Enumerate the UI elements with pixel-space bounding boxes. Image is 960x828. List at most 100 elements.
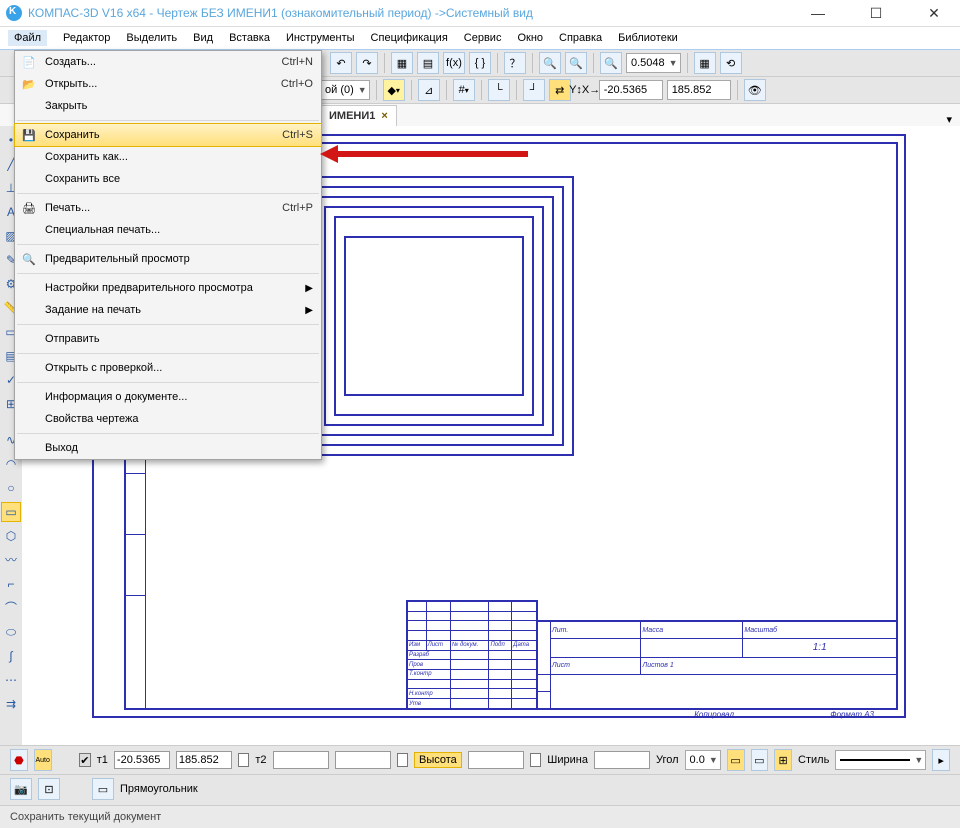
width-input[interactable] [594, 751, 650, 769]
menu-item[interactable]: Сохранить как... [15, 146, 321, 168]
height-check[interactable] [397, 753, 408, 767]
zoom-fit-icon[interactable]: 🔍 [600, 52, 622, 74]
tool-circle-icon[interactable]: ○ [1, 478, 21, 498]
redo-icon[interactable]: ↷ [356, 52, 378, 74]
doc-tab[interactable]: ИМЕНИ1 × [320, 105, 397, 126]
tool-aux-icon[interactable]: ⋯ [1, 670, 21, 690]
menu-item[interactable]: 💾СохранитьCtrl+S [14, 123, 322, 147]
t2-check[interactable] [238, 753, 249, 767]
tab-menu-icon[interactable]: ▾ [946, 113, 952, 126]
menu-file[interactable]: Файл [8, 30, 47, 46]
layers-icon[interactable]: ▦ [694, 52, 716, 74]
copy-label: Копировал [694, 710, 734, 719]
tool-offset-icon[interactable]: ⇉ [1, 694, 21, 714]
menu-item-label: Открыть... [45, 78, 97, 90]
menu-item-icon: 🖨 [20, 199, 38, 217]
height-input[interactable] [468, 751, 524, 769]
menu-editor[interactable]: Редактор [63, 32, 110, 44]
tool-fillet-icon[interactable]: ⌒ [1, 598, 21, 618]
camera-icon[interactable]: 📷 [10, 778, 32, 800]
menu-view[interactable]: Вид [193, 32, 213, 44]
menu-item[interactable]: Закрыть [15, 95, 321, 117]
menu-window[interactable]: Окно [517, 32, 543, 44]
grid2-icon[interactable]: #▾ [453, 79, 475, 101]
menu-insert[interactable]: Вставка [229, 32, 270, 44]
auto-icon[interactable]: Auto [34, 749, 52, 771]
menu-item[interactable]: Отправить [15, 328, 321, 350]
menu-item[interactable]: Информация о документе... [15, 386, 321, 408]
axis2-icon[interactable]: ▭ [751, 749, 769, 771]
menu-item[interactable]: Выход [15, 437, 321, 459]
undo-icon[interactable]: ↶ [330, 52, 352, 74]
t2-y-input[interactable] [335, 751, 391, 769]
menu-item[interactable]: Настройки предварительного просмотра▶ [15, 277, 321, 299]
menu-item[interactable]: 📂Открыть...Ctrl+O [15, 73, 321, 95]
menu-item[interactable]: Свойства чертежа [15, 408, 321, 430]
t1-y-input[interactable] [176, 751, 232, 769]
menu-libs[interactable]: Библиотеки [618, 32, 678, 44]
maximize-button[interactable]: ☐ [856, 5, 896, 22]
height-label: Высота [414, 752, 462, 768]
var-icon[interactable]: { } [469, 52, 491, 74]
eye-icon[interactable]: 👁 [744, 79, 766, 101]
title-block: Лит.МассаМасштаб 1:1 ЛистЛистов 1 [536, 620, 898, 710]
t1-x-input[interactable] [114, 751, 170, 769]
menu-item-label: Открыть с проверкой... [45, 362, 162, 374]
coord-y[interactable]: 185.852 [667, 80, 731, 100]
zoom-in-icon[interactable]: 🔍 [539, 52, 561, 74]
axis3-icon[interactable]: ⊞ [774, 749, 792, 771]
axis1-icon[interactable]: ▭ [727, 749, 745, 771]
menu-item-label: Специальная печать... [45, 224, 160, 236]
menu-item[interactable]: 🖨Печать...Ctrl+P [15, 197, 321, 219]
menu-item[interactable]: Сохранить все [15, 168, 321, 190]
tool-spline-icon[interactable]: 〰 [1, 550, 21, 570]
sheet-icon[interactable]: ▤ [417, 52, 439, 74]
stop-icon[interactable]: ⬣ [10, 749, 28, 771]
menu-item-icon: 🔍 [20, 250, 38, 268]
coord-mode-icon[interactable]: ⇄ [549, 79, 571, 101]
menu-select[interactable]: Выделить [126, 32, 177, 44]
color-picker-icon[interactable]: ◆▾ [383, 79, 405, 101]
ortho-icon[interactable]: └ [488, 79, 510, 101]
style-combo[interactable]: ▼ [835, 750, 926, 770]
menu-item[interactable]: 🔍Предварительный просмотр [15, 248, 321, 270]
dim-icon[interactable]: ⊿ [418, 79, 440, 101]
tool-rectangle-icon[interactable]: ▭ [1, 502, 21, 522]
snap-icon[interactable]: ┘ [523, 79, 545, 101]
props-icon[interactable]: ⊡ [38, 778, 60, 800]
fx-icon[interactable]: f(x) [443, 52, 465, 74]
menu-item-label: Информация о документе... [45, 391, 187, 403]
menu-item[interactable]: 📄Создать...Ctrl+N [15, 51, 321, 73]
window-title: КОМПАС-3D V16 x64 - Чертеж БЕЗ ИМЕНИ1 (о… [28, 6, 533, 20]
tool-polygon-icon[interactable]: ⬡ [1, 526, 21, 546]
menu-help[interactable]: Справка [559, 32, 602, 44]
rect-mode-icon[interactable]: ▭ [92, 778, 114, 800]
angle-combo[interactable]: 0.0▼ [685, 750, 721, 770]
menu-item[interactable]: Открыть с проверкой... [15, 357, 321, 379]
width-check[interactable] [530, 753, 541, 767]
refresh-icon[interactable]: ⟲ [720, 52, 742, 74]
tool-bezier-icon[interactable]: ∫ [1, 646, 21, 666]
zoom-out-icon[interactable]: 🔍 [565, 52, 587, 74]
t1-check[interactable]: ✔ [79, 753, 90, 767]
tab-close-icon[interactable]: × [381, 110, 387, 122]
menu-item-label: Создать... [45, 56, 96, 68]
menu-item-icon: 💾 [20, 126, 38, 144]
menu-item[interactable]: Специальная печать... [15, 219, 321, 241]
menu-tools[interactable]: Инструменты [286, 32, 355, 44]
grid-icon[interactable]: ▦ [391, 52, 413, 74]
minimize-button[interactable]: — [798, 5, 838, 22]
zoom-combo[interactable]: 0.5048▼ [626, 53, 681, 73]
menu-spec[interactable]: Спецификация [371, 32, 448, 44]
help-icon[interactable]: ？ [504, 52, 526, 74]
coord-x[interactable]: -20.5365 [599, 80, 663, 100]
tool-ellipse-icon[interactable]: ⬭ [1, 622, 21, 642]
close-button[interactable]: ✕ [914, 5, 954, 22]
menu-item[interactable]: Задание на печать▶ [15, 299, 321, 321]
menu-service[interactable]: Сервис [464, 32, 502, 44]
t2-x-input[interactable] [273, 751, 329, 769]
expand-icon[interactable]: ▸ [932, 749, 950, 771]
revision-table: ИзмЛист№ докум.ПодпДата Разраб Пров Т.ко… [406, 600, 538, 710]
layer-combo[interactable]: ой (0)▼ [320, 80, 370, 100]
tool-chamfer-icon[interactable]: ⌐ [1, 574, 21, 594]
